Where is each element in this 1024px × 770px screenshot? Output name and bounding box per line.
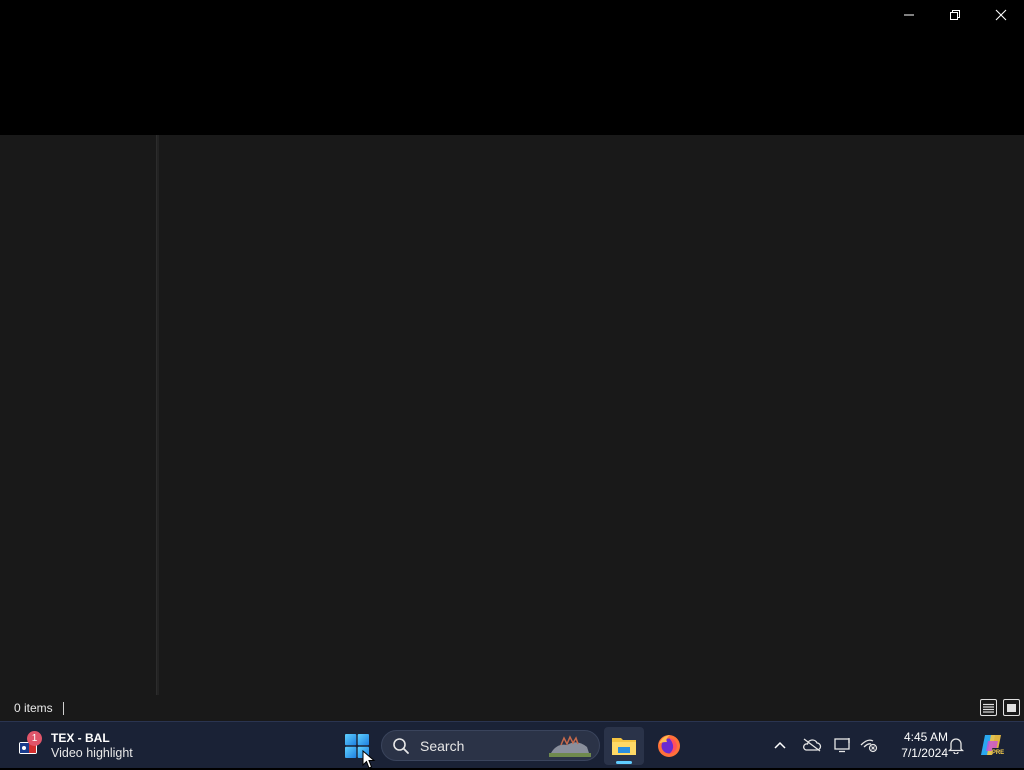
taskbar: 1 TEX - BAL Video highlight Search 4:45 …: [0, 721, 1024, 768]
status-separator: [62, 701, 64, 715]
large-icons-view-icon: [1007, 703, 1016, 712]
display-tray-button[interactable]: [831, 733, 855, 757]
sports-widget-icon: 1: [14, 731, 44, 761]
network-disconnected-icon: [860, 739, 878, 753]
bell-icon: [948, 738, 964, 754]
widget-subtitle: Video highlight: [51, 746, 133, 760]
svg-text:PRE: PRE: [992, 750, 1004, 756]
mouse-cursor-icon: [362, 750, 376, 769]
chevron-up-icon: [774, 741, 786, 749]
network-volume-tray-button[interactable]: [857, 733, 881, 757]
details-view-button[interactable]: [980, 699, 997, 716]
file-explorer-taskbar-button[interactable]: [604, 727, 644, 765]
taskbar-search[interactable]: [381, 730, 600, 761]
clock-time: 4:45 AM: [903, 730, 948, 744]
file-list-pane[interactable]: [159, 135, 1024, 695]
onedrive-tray-button[interactable]: [800, 733, 824, 757]
copilot-icon: PRE: [981, 735, 1004, 756]
minimize-icon: [904, 14, 914, 16]
widget-title: TEX - BAL: [51, 731, 110, 745]
close-button[interactable]: [978, 0, 1024, 30]
firefox-taskbar-button[interactable]: [649, 727, 689, 765]
item-count: 0 items: [14, 701, 53, 715]
explorer-body: [0, 135, 1024, 695]
restore-button[interactable]: [932, 0, 978, 30]
monitor-icon: [834, 738, 850, 753]
view-toggle: [980, 699, 1020, 716]
notification-badge: 1: [27, 731, 42, 746]
details-view-icon: [983, 703, 994, 713]
active-app-indicator: [616, 761, 632, 764]
show-hidden-icons-button[interactable]: [768, 733, 792, 757]
close-icon: [995, 9, 1007, 21]
clock-date: 7/1/2024: [901, 746, 948, 760]
navigation-pane[interactable]: [0, 135, 156, 695]
widgets-button[interactable]: 1 TEX - BAL Video highlight: [14, 728, 133, 764]
search-highlight-art-icon: [549, 735, 591, 757]
minimize-button[interactable]: [886, 0, 932, 30]
window-controls: [886, 0, 1024, 30]
firefox-icon: [658, 735, 680, 757]
taskbar-clock[interactable]: 4:45 AM 7/1/2024: [884, 729, 948, 761]
notifications-button[interactable]: [944, 733, 968, 757]
restore-icon: [950, 10, 960, 20]
cloud-off-icon: [803, 738, 822, 752]
window-titlebar: [0, 0, 1024, 135]
folder-icon: [612, 738, 636, 755]
status-bar: 0 items: [0, 695, 1024, 721]
copilot-button[interactable]: PRE: [978, 733, 1006, 757]
search-input[interactable]: [418, 736, 538, 755]
large-icons-view-button[interactable]: [1003, 699, 1020, 716]
search-icon: [393, 737, 409, 754]
